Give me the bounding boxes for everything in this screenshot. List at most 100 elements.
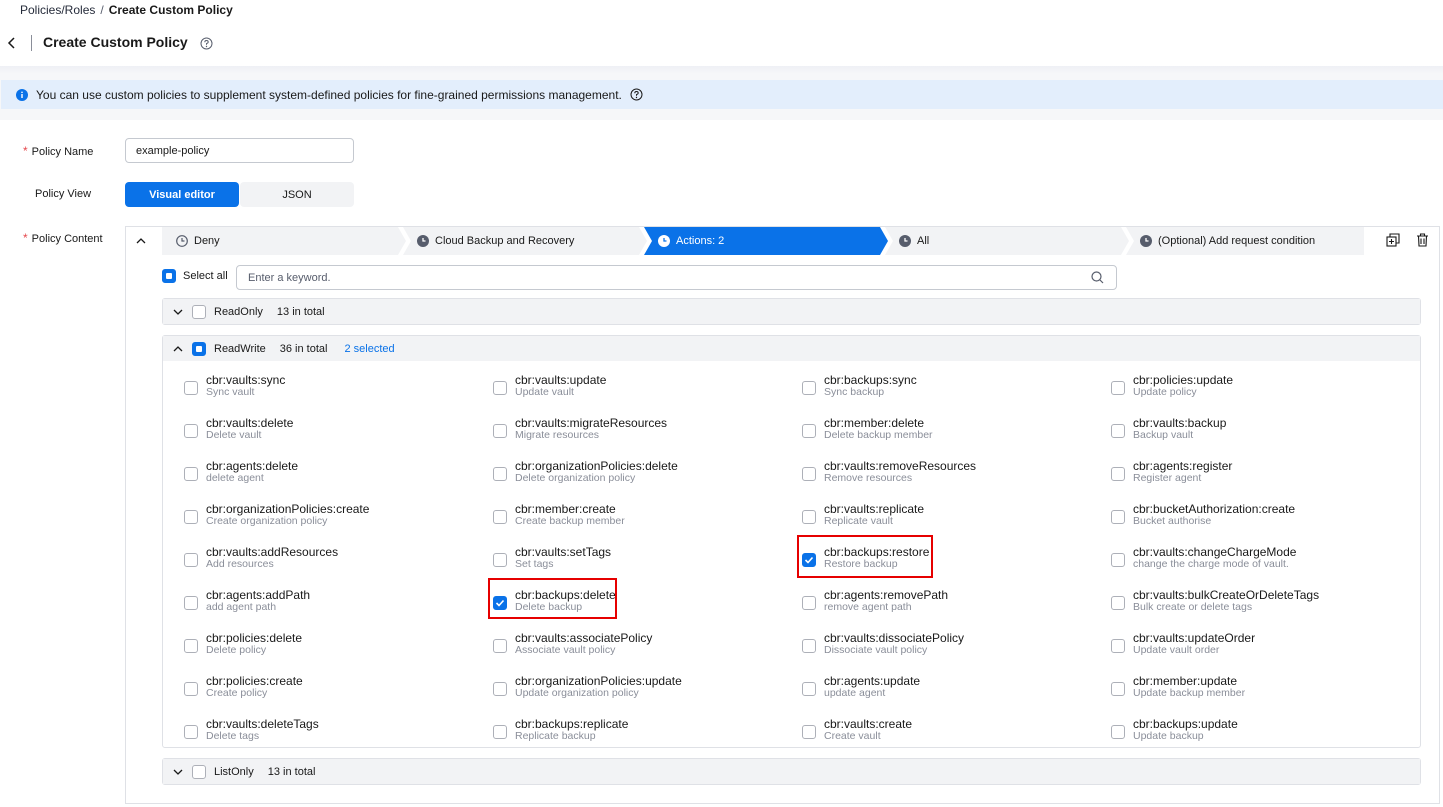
- action-item[interactable]: cbr:vaults:replicate Replicate vault: [802, 500, 1102, 534]
- action-item[interactable]: cbr:vaults:associatePolicy Associate vaul…: [493, 629, 793, 663]
- action-item[interactable]: cbr:vaults:setTags Set tags: [493, 543, 793, 577]
- action-item[interactable]: cbr:organizationPolicies:create Create or…: [184, 500, 484, 534]
- action-checkbox[interactable]: [1111, 596, 1125, 610]
- group-checkbox-listonly[interactable]: [192, 764, 206, 779]
- breadcrumb-parent[interactable]: Policies/Roles: [20, 3, 95, 17]
- collapse-statement-button[interactable]: [136, 235, 146, 249]
- action-checkbox[interactable]: [493, 467, 507, 481]
- action-checkbox[interactable]: [184, 639, 198, 653]
- policy-name-input[interactable]: example-policy: [125, 138, 354, 163]
- action-item[interactable]: cbr:vaults:sync Sync vault: [184, 371, 484, 405]
- help-icon[interactable]: [200, 37, 213, 53]
- action-checkbox[interactable]: [184, 510, 198, 524]
- step-conditions[interactable]: (Optional) Add request condition: [1126, 227, 1364, 255]
- clock-icon: [176, 235, 188, 247]
- chevron-down-icon[interactable]: [173, 307, 183, 317]
- action-checkbox[interactable]: [1111, 639, 1125, 653]
- action-checkbox[interactable]: [1111, 424, 1125, 438]
- action-item[interactable]: cbr:vaults:updateOrder Update vault order: [1111, 629, 1411, 663]
- action-checkbox[interactable]: [802, 510, 816, 524]
- action-checkbox[interactable]: [802, 682, 816, 696]
- policy-view-toggle: Visual editor JSON: [125, 182, 354, 207]
- group-header-readonly[interactable]: ReadOnly 13 in total: [163, 299, 1420, 324]
- action-item[interactable]: cbr:vaults:migrateResources Migrate resou…: [493, 414, 793, 448]
- action-checkbox[interactable]: [802, 424, 816, 438]
- action-checkbox[interactable]: [493, 424, 507, 438]
- group-selected-count[interactable]: 2 selected: [344, 343, 394, 355]
- action-checkbox[interactable]: [493, 553, 507, 567]
- action-item[interactable]: cbr:member:create Create backup member: [493, 500, 793, 534]
- action-item[interactable]: cbr:agents:update update agent: [802, 672, 1102, 706]
- action-item[interactable]: cbr:member:delete Delete backup member: [802, 414, 1102, 448]
- action-item[interactable]: cbr:vaults:bulkCreateOrDeleteTags Bulk cr…: [1111, 586, 1411, 620]
- action-checkbox[interactable]: [493, 510, 507, 524]
- action-item[interactable]: cbr:vaults:deleteTags Delete tags: [184, 715, 484, 749]
- action-item[interactable]: cbr:policies:delete Delete policy: [184, 629, 484, 663]
- step-service[interactable]: Cloud Backup and Recovery: [403, 227, 647, 255]
- group-header-readwrite[interactable]: ReadWrite 36 in total 2 selected: [163, 336, 1420, 361]
- copy-icon[interactable]: [1386, 233, 1400, 250]
- action-item[interactable]: cbr:vaults:create Create vault: [802, 715, 1102, 749]
- action-checkbox[interactable]: [1111, 381, 1125, 395]
- select-all[interactable]: Select all: [162, 269, 228, 283]
- action-checkbox[interactable]: [802, 381, 816, 395]
- group-checkbox-readonly[interactable]: [192, 304, 206, 319]
- step-effect[interactable]: Deny: [162, 227, 406, 255]
- action-item[interactable]: cbr:agents:removePath remove agent path: [802, 586, 1102, 620]
- action-checkbox[interactable]: [1111, 682, 1125, 696]
- action-item[interactable]: cbr:organizationPolicies:delete Delete or…: [493, 457, 793, 491]
- action-item[interactable]: cbr:policies:create Create policy: [184, 672, 484, 706]
- action-checkbox[interactable]: [184, 596, 198, 610]
- group-count: 13 in total: [276, 305, 325, 318]
- action-checkbox[interactable]: [493, 381, 507, 395]
- action-checkbox[interactable]: [1111, 467, 1125, 481]
- action-item[interactable]: cbr:policies:update Update policy: [1111, 371, 1411, 405]
- action-item[interactable]: cbr:member:update Update backup member: [1111, 672, 1411, 706]
- info-help-icon[interactable]: [630, 88, 643, 101]
- action-checkbox[interactable]: [802, 725, 816, 739]
- visual-editor-button[interactable]: Visual editor: [125, 182, 239, 207]
- action-item[interactable]: cbr:vaults:delete Delete vault: [184, 414, 484, 448]
- action-checkbox[interactable]: [1111, 725, 1125, 739]
- step-actions[interactable]: Actions: 2: [644, 227, 888, 255]
- action-checkbox[interactable]: [184, 424, 198, 438]
- action-item[interactable]: cbr:bucketAuthorization:create Bucket aut…: [1111, 500, 1411, 534]
- action-checkbox[interactable]: [493, 639, 507, 653]
- select-all-checkbox[interactable]: [162, 269, 176, 283]
- action-item[interactable]: cbr:vaults:removeResources Remove resourc…: [802, 457, 1102, 491]
- group-header-listonly[interactable]: ListOnly 13 in total: [163, 759, 1420, 784]
- action-item[interactable]: cbr:agents:delete delete agent: [184, 457, 484, 491]
- chevron-up-icon[interactable]: [173, 344, 183, 354]
- action-item[interactable]: cbr:vaults:update Update vault: [493, 371, 793, 405]
- action-checkbox[interactable]: [1111, 510, 1125, 524]
- action-item[interactable]: cbr:organizationPolicies:update Update or…: [493, 672, 793, 706]
- action-checkbox[interactable]: [184, 682, 198, 696]
- action-item[interactable]: cbr:vaults:addResources Add resources: [184, 543, 484, 577]
- back-button[interactable]: [4, 34, 18, 52]
- action-checkbox[interactable]: [184, 553, 198, 567]
- action-checkbox[interactable]: [184, 467, 198, 481]
- action-checkbox[interactable]: [493, 682, 507, 696]
- action-checkbox[interactable]: [802, 639, 816, 653]
- group-checkbox-readwrite[interactable]: [192, 341, 206, 356]
- action-item[interactable]: cbr:vaults:dissociatePolicy Dissociate va…: [802, 629, 1102, 663]
- action-checkbox[interactable]: [1111, 553, 1125, 567]
- action-checkbox[interactable]: [802, 596, 816, 610]
- action-checkbox[interactable]: [184, 381, 198, 395]
- action-item[interactable]: cbr:vaults:backup Backup vault: [1111, 414, 1411, 448]
- chevron-down-icon[interactable]: [173, 767, 183, 777]
- search-icon[interactable]: [1091, 271, 1104, 287]
- action-item[interactable]: cbr:backups:replicate Replicate backup: [493, 715, 793, 749]
- action-checkbox[interactable]: [184, 725, 198, 739]
- action-search-input[interactable]: Enter a keyword.: [236, 265, 1117, 290]
- action-checkbox[interactable]: [802, 467, 816, 481]
- action-checkbox[interactable]: [493, 725, 507, 739]
- step-resources[interactable]: All: [885, 227, 1129, 255]
- action-item[interactable]: cbr:agents:register Register agent: [1111, 457, 1411, 491]
- json-button[interactable]: JSON: [240, 182, 354, 207]
- delete-icon[interactable]: [1416, 233, 1429, 250]
- action-item[interactable]: cbr:vaults:changeChargeMode change the ch…: [1111, 543, 1411, 577]
- action-item[interactable]: cbr:backups:update Update backup: [1111, 715, 1411, 749]
- action-item[interactable]: cbr:backups:sync Sync backup: [802, 371, 1102, 405]
- action-item[interactable]: cbr:agents:addPath add agent path: [184, 586, 484, 620]
